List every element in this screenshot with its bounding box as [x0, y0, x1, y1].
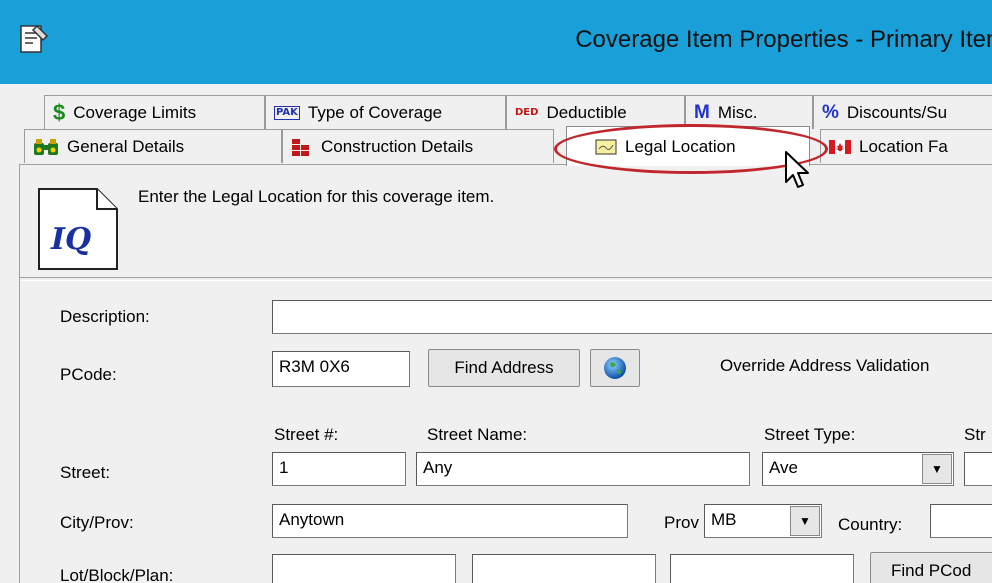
mouse-pointer-icon [785, 151, 809, 188]
street-type-dropdown-button[interactable]: ▼ [922, 454, 952, 484]
street-type-value: Ave [769, 458, 798, 477]
block-field[interactable] [472, 554, 656, 583]
tab-label: Coverage Limits [73, 102, 197, 122]
iq-document-icon: IQ [38, 188, 118, 270]
prov-dropdown-button[interactable]: ▼ [790, 506, 820, 536]
globe-icon [604, 357, 626, 379]
city-field[interactable]: Anytown [272, 504, 628, 538]
tab-label: Deductible [546, 102, 627, 122]
divider [20, 277, 992, 281]
tab-label: Type of Coverage [307, 102, 443, 122]
tab-label: Location Fa [859, 136, 948, 156]
street-label: Street: [60, 463, 111, 482]
title-bar[interactable]: Coverage Item Properties - Primary Item [0, 0, 992, 84]
prov-label: Prov [664, 513, 699, 532]
tab-label: Construction Details [321, 136, 474, 156]
find-pcode-button[interactable]: Find PCod [870, 552, 992, 583]
lot-block-plan-label: Lot/Block/Plan: [60, 566, 174, 583]
ded-icon: DED [515, 107, 539, 118]
tab-discounts[interactable]: % Discounts/Su [813, 95, 992, 129]
street-direction-field[interactable] [964, 452, 992, 486]
iq-label: IQ [50, 222, 91, 257]
pcode-field[interactable]: R3M 0X6 [272, 351, 410, 387]
misc-icon: M [694, 101, 710, 123]
tab-general-details[interactable]: General Details [24, 129, 282, 163]
description-field[interactable] [272, 300, 992, 334]
binoculars-icon [34, 138, 58, 155]
plan-field[interactable] [670, 554, 854, 583]
percent-icon: % [822, 101, 839, 123]
window-title: Coverage Item Properties - Primary Item [575, 26, 992, 53]
street-direction-header: Str [964, 425, 986, 444]
coverage-item-window: Coverage Item Properties - Primary Item … [0, 0, 992, 583]
description-label: Description: [60, 307, 150, 326]
tab-type-of-coverage[interactable]: PAK Type of Coverage [265, 95, 506, 129]
chevron-down-icon: ▼ [931, 462, 943, 476]
tab-location-factors[interactable]: Location Fa [820, 129, 992, 163]
override-address-label: Override Address Validation [720, 356, 930, 375]
chevron-down-icon: ▼ [799, 514, 811, 528]
globe-button[interactable] [590, 349, 640, 387]
canada-flag-icon [829, 139, 851, 154]
pcode-label: PCode: [60, 365, 117, 384]
panel-hint: Enter the Legal Location for this covera… [138, 187, 495, 206]
street-name-field[interactable]: Any [416, 452, 750, 486]
tab-coverage-limits[interactable]: $ Coverage Limits [44, 95, 265, 129]
country-label: Country: [838, 515, 903, 534]
prov-value: MB [711, 510, 737, 529]
find-address-label: Find Address [454, 358, 554, 377]
street-number-header: Street #: [274, 425, 339, 444]
bricks-icon [292, 138, 309, 156]
tab-construction-details[interactable]: Construction Details [282, 129, 554, 163]
country-field[interactable] [930, 504, 992, 538]
street-number-field[interactable]: 1 [272, 452, 406, 486]
dollar-icon: $ [53, 99, 66, 125]
lot-field[interactable] [272, 554, 456, 583]
tab-label: Misc. [717, 102, 758, 122]
find-pcode-label: Find PCod [891, 561, 972, 580]
street-type-header: Street Type: [764, 425, 856, 444]
tab-label: Discounts/Su [846, 102, 948, 122]
find-address-button[interactable]: Find Address [428, 349, 580, 387]
tab-label: General Details [67, 136, 185, 156]
city-prov-label: City/Prov: [60, 513, 134, 532]
pak-icon: PAK [274, 105, 300, 120]
street-name-header: Street Name: [427, 425, 528, 444]
